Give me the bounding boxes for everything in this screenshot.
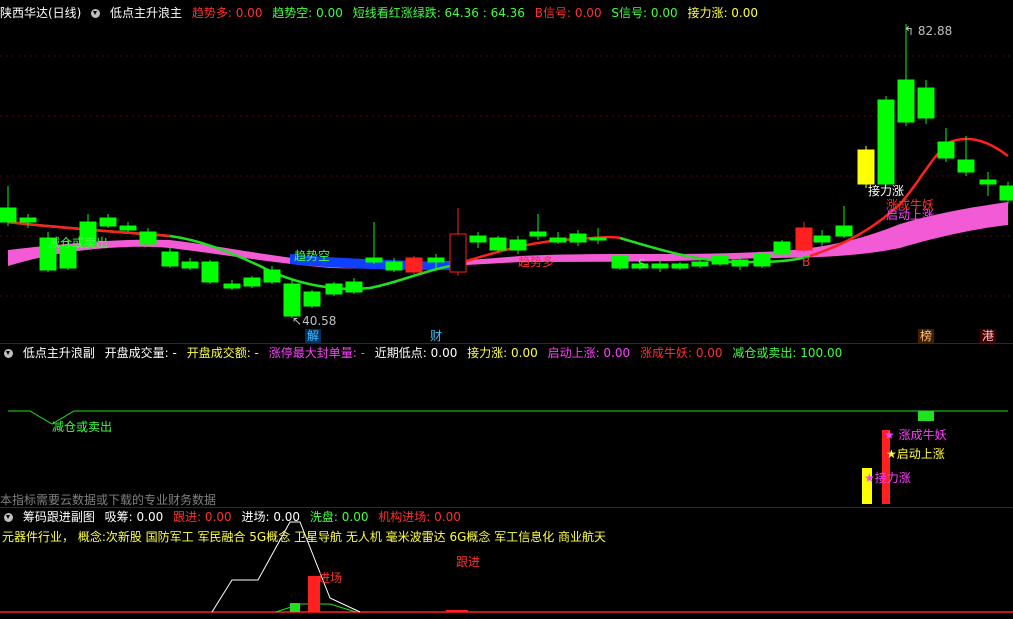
- candle-body: [201, 261, 219, 283]
- annot-b-signal: B: [802, 255, 811, 269]
- candle-body: [857, 149, 875, 185]
- sell-line: [8, 410, 1008, 425]
- sub1-relay-label: ★接力涨: [864, 471, 911, 485]
- candle-body: [529, 231, 547, 237]
- sub1-launch-label: ★启动上涨: [886, 447, 945, 461]
- candle-body: [569, 233, 587, 243]
- candle-body: [877, 99, 895, 185]
- candle-body: [345, 281, 363, 293]
- candle-body: [957, 159, 975, 173]
- candle-body: [937, 141, 955, 159]
- candle-body: [795, 227, 813, 251]
- annot-trend-short: 趋势空: [294, 249, 331, 263]
- candle-body: [325, 283, 343, 295]
- candle-body: [263, 269, 281, 283]
- candlestick-chart[interactable]: [0, 0, 1013, 345]
- candle-body: [509, 239, 527, 251]
- candle-body: [19, 217, 37, 223]
- tag-bang[interactable]: 榜: [918, 329, 935, 343]
- candle-body: [365, 257, 383, 263]
- candle-body: [671, 263, 689, 269]
- sub1-chart[interactable]: [0, 344, 1013, 508]
- chip-line: [211, 521, 361, 613]
- wash-bar: [290, 603, 300, 612]
- candle-body: [283, 283, 301, 317]
- gen-jin-label: 跟进: [456, 555, 481, 569]
- candle-body: [99, 217, 117, 227]
- candle-body: [999, 185, 1013, 201]
- sub1-pane[interactable]: 低点主升浪副 开盘成交量: - 开盘成交额: - 涨停最大封单量: - 近期低点…: [0, 344, 1013, 508]
- candle-body: [181, 261, 199, 269]
- annot-trend-long: 趋势多: [518, 255, 555, 269]
- candle-body: [773, 241, 791, 255]
- high-arrow-icon: ↰: [904, 24, 915, 38]
- candle-body: [611, 255, 629, 269]
- candle-body: [0, 207, 17, 223]
- candle-body: [897, 79, 915, 123]
- candle-body: [119, 225, 137, 231]
- sub1-reduce-label: 减仓或卖出: [52, 420, 113, 434]
- candle-body: [303, 291, 321, 307]
- annot-launch: 启动上涨: [886, 208, 935, 222]
- candle-body: [731, 259, 749, 267]
- jin-chang-label: 进场: [318, 571, 343, 585]
- candle-body: [711, 255, 729, 265]
- candle-body: [223, 283, 241, 289]
- candle-body: [589, 237, 607, 241]
- sub1-notice: 本指标需要云数据或下载的专业财务数据: [0, 493, 217, 507]
- low-price-label: ↖40.58: [292, 314, 337, 328]
- candle-body: [243, 277, 261, 287]
- tag-jie[interactable]: 解: [305, 329, 322, 343]
- candle-body: [405, 257, 423, 273]
- sub1-bull-label: ★ 涨成牛妖: [884, 428, 947, 442]
- candle-body: [917, 87, 935, 119]
- annot-s-signal: S: [638, 257, 646, 271]
- candle-body: [835, 225, 853, 237]
- candle-body: [651, 263, 669, 269]
- candle-body: [979, 179, 997, 185]
- candle-body: [385, 261, 403, 271]
- candle-body: [691, 261, 709, 267]
- sub2-chart[interactable]: [0, 508, 1013, 619]
- candle-body: [139, 231, 157, 245]
- candle-body: [161, 251, 179, 267]
- tag-cai[interactable]: 财: [428, 329, 444, 343]
- tag-gang[interactable]: 港: [980, 329, 997, 343]
- sub2-pane[interactable]: 筹码跟进副图 吸筹: 0.00 跟进: 0.00 进场: 0.00 洗盘: 0.…: [0, 508, 1013, 619]
- annot-reduce: 减仓或卖出: [48, 236, 109, 250]
- candle-body: [813, 235, 831, 243]
- candle-body: [489, 237, 507, 251]
- candle-body: [427, 257, 445, 263]
- sell-bar: [918, 411, 934, 421]
- high-price-label: ↰ 82.88: [904, 24, 953, 38]
- main-chart-pane[interactable]: 陕西华达(日线) 低点主升浪主 趋势多: 0.00 趋势空: 0.00 短线看红…: [0, 0, 1013, 345]
- follow-bar: [446, 610, 468, 612]
- candle-body: [469, 235, 487, 243]
- candle-body: [753, 253, 771, 267]
- candle-body: [449, 233, 467, 273]
- candle-body: [549, 237, 567, 243]
- low-arrow-icon: ↖: [292, 314, 303, 328]
